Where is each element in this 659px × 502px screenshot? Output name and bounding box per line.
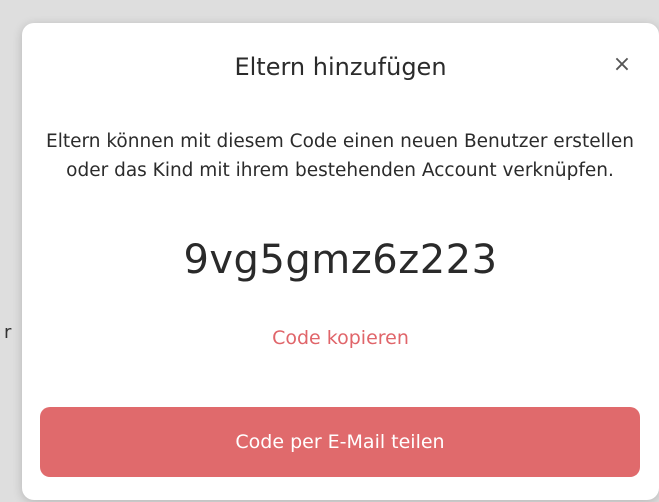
close-icon: × xyxy=(612,51,632,77)
close-button[interactable]: × xyxy=(607,49,637,79)
dialog-description: Eltern können mit diesem Code einen neue… xyxy=(46,131,634,181)
dialog-title: Eltern hinzufügen xyxy=(234,53,447,81)
add-parents-dialog: Eltern hinzufügen × Eltern können mit di… xyxy=(22,23,659,500)
copy-code-link[interactable]: Code kopieren xyxy=(272,327,409,349)
invite-code: 9vg5gmz6z223 xyxy=(183,237,498,283)
background-partial-text: r xyxy=(4,322,12,343)
copy-code-link-row: Code kopieren xyxy=(22,327,659,349)
share-by-email-button[interactable]: Code per E-Mail teilen xyxy=(40,407,640,477)
